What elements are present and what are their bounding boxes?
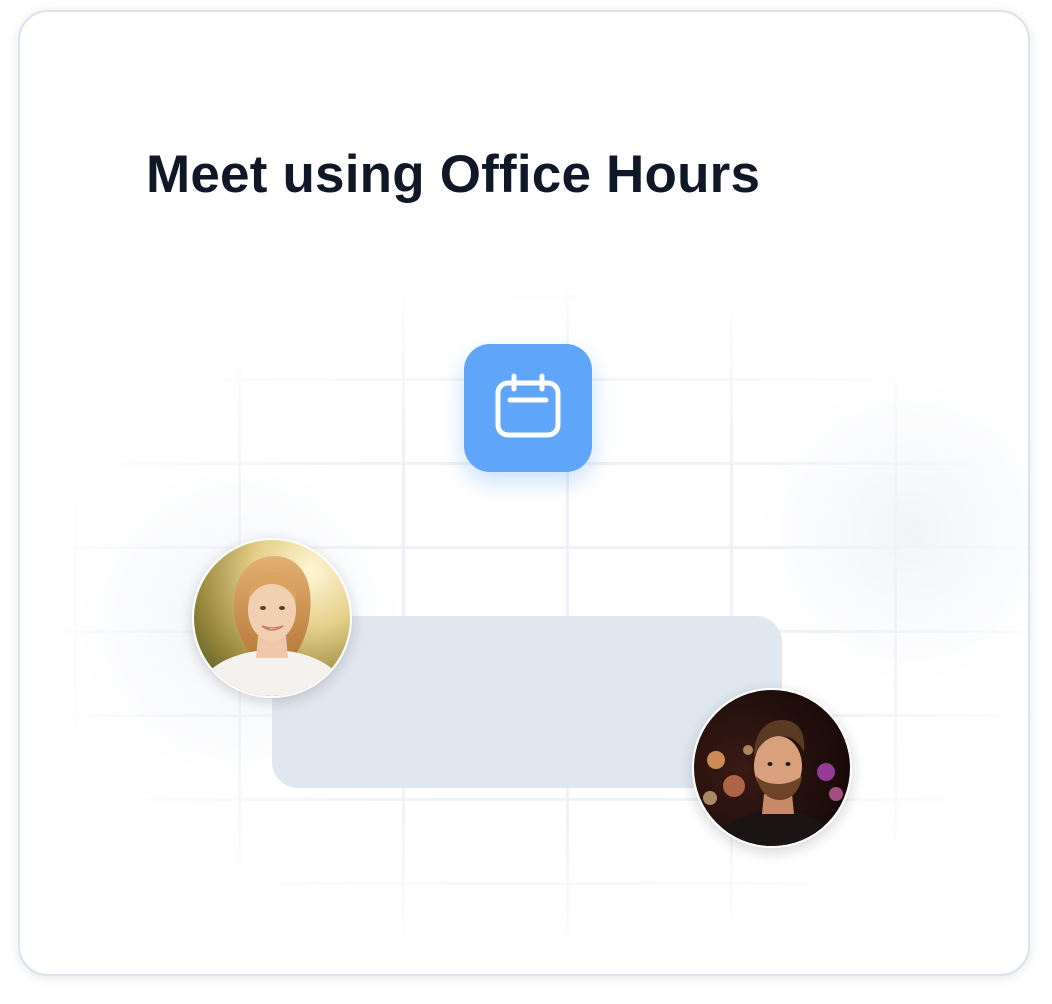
card-title: Meet using Office Hours	[146, 145, 761, 204]
calendar-icon	[494, 372, 562, 445]
calendar-tile	[464, 344, 592, 472]
office-hours-card: Meet using Office Hours	[18, 10, 1030, 976]
avatar-attendee	[692, 688, 852, 848]
avatar-host	[192, 538, 352, 698]
